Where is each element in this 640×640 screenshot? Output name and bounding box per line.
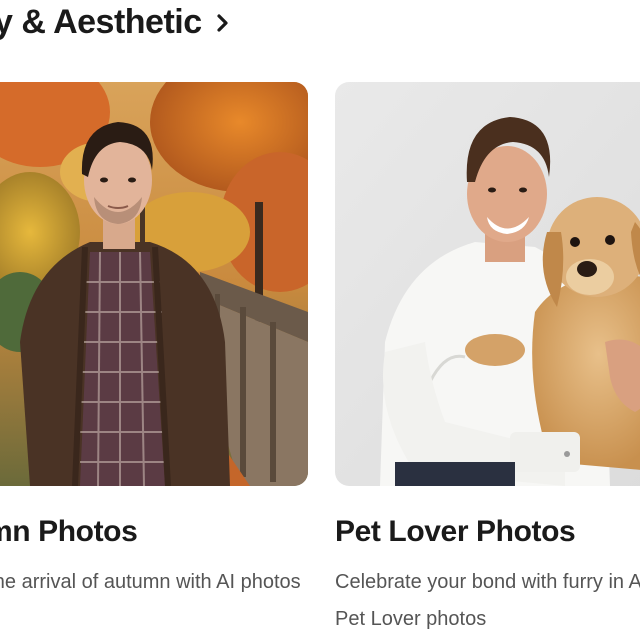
chevron-right-icon (214, 0, 234, 44)
category-viewport: y & Aesthetic mn Photos e arrival of aut… (0, 0, 640, 640)
card-title: mn Photos (0, 515, 138, 548)
card-image-pet-lover[interactable] (335, 82, 640, 486)
style-card-autumn[interactable]: mn Photos te the arrival of autumn with … (0, 82, 308, 601)
card-description: te the arrival of autumn with AI photos (0, 571, 301, 593)
card-title: Pet Lover Photos (335, 515, 576, 548)
card-description: Celebrate your bond with furry in AI Pet… (335, 571, 640, 630)
card-image-autumn[interactable] (0, 82, 308, 486)
section-header-link[interactable]: y & Aesthetic (0, 0, 234, 44)
style-card-pet-lover[interactable]: Pet Lover Photos Celebrate your bond wit… (335, 82, 640, 638)
section-title: y & Aesthetic (0, 3, 202, 41)
